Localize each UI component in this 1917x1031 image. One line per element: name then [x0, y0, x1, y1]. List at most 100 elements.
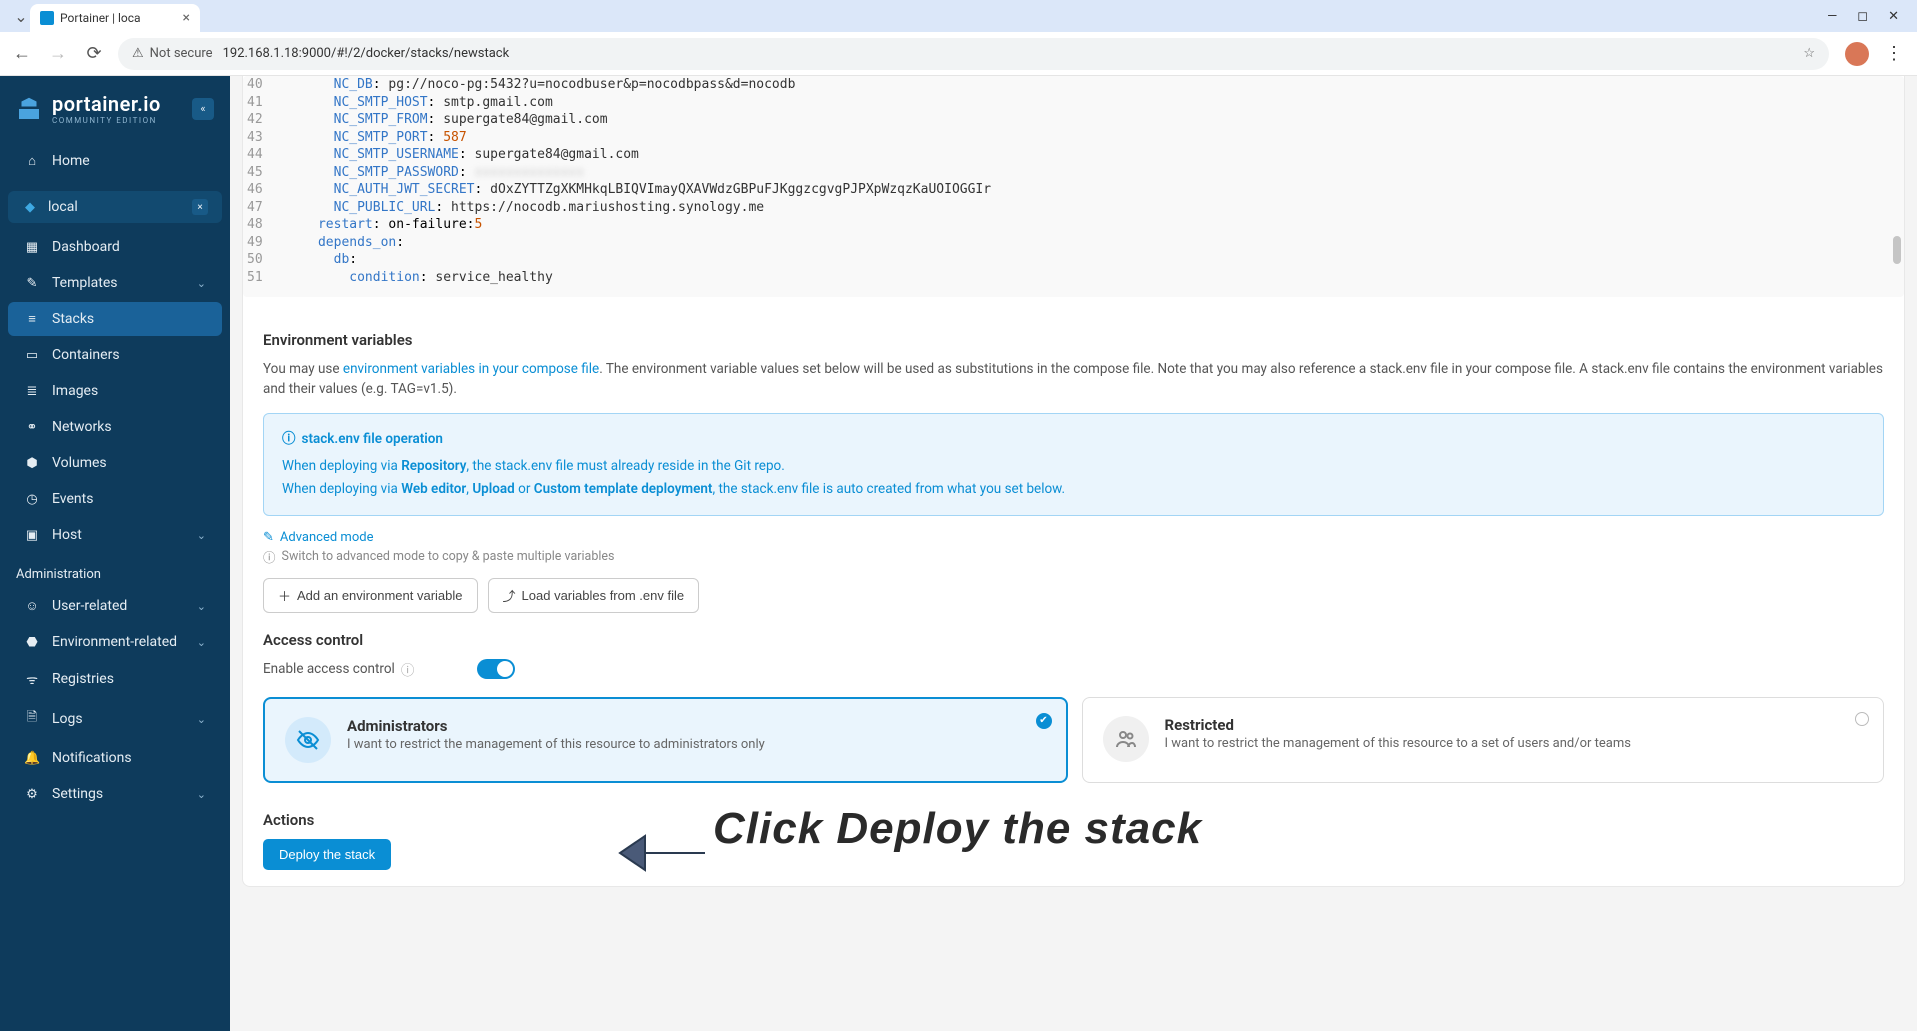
nav-host[interactable]: ▣Host⌄ [8, 518, 222, 552]
nav-images[interactable]: ≣Images [8, 374, 222, 408]
access-toggle-label: Enable access control [263, 661, 395, 677]
sidebar: portainer.io Community Edition « ⌂ Home … [0, 76, 230, 1031]
nav-events[interactable]: ◷Events [8, 482, 222, 516]
radio-unchecked-icon [1855, 712, 1869, 726]
tab-favicon [40, 11, 54, 25]
tab-dropdown[interactable]: ⌄ [12, 7, 30, 25]
actions-title: Actions [263, 811, 1884, 829]
registries-icon: ᯤ [24, 670, 40, 688]
dashboard-icon: ▦ [24, 240, 40, 255]
stack-env-info-box: ⓘstack.env file operation When deploying… [263, 413, 1884, 516]
env-vars-doc-link[interactable]: environment variables in your compose fi… [343, 361, 599, 377]
nav-registries[interactable]: ᯤRegistries [8, 661, 222, 697]
nav-user-related[interactable]: ☺User-related⌄ [8, 589, 222, 623]
address-bar[interactable]: ⚠ Not secure 192.168.1.18:9000/#!/2/dock… [118, 38, 1829, 70]
admin-option-desc: I want to restrict the management of thi… [347, 737, 765, 752]
url-text: 192.168.1.18:9000/#!/2/docker/stacks/new… [223, 46, 510, 61]
access-option-administrators[interactable]: Administrators I want to restrict the ma… [263, 697, 1068, 783]
window-minimize-icon[interactable]: — [1827, 9, 1837, 24]
chevron-down-icon: ⌄ [197, 636, 206, 649]
admin-header: Administration [0, 553, 230, 588]
gear-icon: ⚙ [24, 787, 40, 802]
chevron-down-icon: ⌄ [197, 277, 206, 290]
environment-pill[interactable]: ◆ local × [8, 191, 222, 223]
nav-containers[interactable]: ▭Containers [8, 338, 222, 372]
load-env-file-button[interactable]: ⤴Load variables from .env file [488, 578, 700, 613]
nav-dashboard[interactable]: ▦Dashboard [8, 230, 222, 264]
plus-icon: ＋ [278, 586, 291, 605]
help-icon[interactable]: ⓘ [401, 659, 415, 679]
chevron-down-icon: ⌄ [197, 713, 206, 726]
access-option-restricted[interactable]: Restricted I want to restrict the manage… [1082, 697, 1885, 783]
upload-icon: ⤴ [503, 586, 516, 605]
info-icon: ⓘ [282, 428, 296, 451]
restricted-option-desc: I want to restrict the management of thi… [1165, 736, 1631, 751]
nav-volumes[interactable]: ⬢Volumes [8, 446, 222, 480]
templates-icon: ✎ [24, 276, 40, 291]
nav-networks[interactable]: ⚭Networks [8, 410, 222, 444]
env-help-text: You may use environment variables in you… [263, 359, 1884, 400]
nav-home[interactable]: ⌂ Home [8, 144, 222, 178]
brand-edition: Community Edition [52, 116, 161, 125]
env-vars-title: Environment variables [263, 331, 1884, 349]
advanced-hint: ⓘSwitch to advanced mode to copy & paste… [263, 547, 1884, 566]
code-body[interactable]: NC_DB: pg://noco-pg:5432?u=nocodbuser&p=… [277, 76, 1904, 297]
nav-notifications[interactable]: 🔔Notifications [8, 741, 222, 775]
access-control-toggle[interactable] [477, 659, 515, 679]
browser-tab[interactable]: Portainer | loca × [30, 4, 200, 32]
tab-close-icon[interactable]: × [183, 10, 190, 26]
env-icon: ⬣ [24, 635, 40, 650]
users-icon: ☺ [24, 598, 40, 614]
nav-stacks[interactable]: ≡Stacks [8, 302, 222, 336]
networks-icon: ⚭ [24, 420, 40, 435]
chrome-menu-icon[interactable]: ⋮ [1881, 43, 1907, 64]
home-icon: ⌂ [24, 153, 40, 169]
volumes-icon: ⬢ [24, 456, 40, 471]
portainer-logo-icon [14, 94, 44, 124]
access-control-title: Access control [263, 631, 1884, 649]
security-indicator[interactable]: ⚠ Not secure [132, 46, 213, 61]
nav-logs[interactable]: 🗎Logs⌄ [8, 699, 222, 739]
check-icon: ✔ [1036, 713, 1052, 729]
logo: portainer.io Community Edition « [0, 84, 230, 143]
nav-templates[interactable]: ✎Templates⌄ [8, 266, 222, 300]
compose-editor[interactable]: 404142434445464748495051 NC_DB: pg://noc… [243, 76, 1904, 297]
info-icon: ⓘ [263, 547, 276, 566]
sidebar-collapse-button[interactable]: « [192, 98, 214, 120]
back-button[interactable]: ← [10, 42, 34, 66]
reload-button[interactable]: ⟳ [82, 42, 106, 66]
tab-title: Portainer | loca [60, 11, 141, 25]
chevron-down-icon: ⌄ [197, 600, 206, 613]
brand-name: portainer.io [52, 92, 161, 116]
window-maximize-icon[interactable]: ◻ [1857, 9, 1868, 24]
line-gutter: 404142434445464748495051 [243, 76, 277, 297]
warning-icon: ⚠ [132, 46, 144, 61]
admin-option-title: Administrators [347, 717, 765, 735]
env-close-icon[interactable]: × [192, 199, 208, 215]
nav-settings[interactable]: ⚙Settings⌄ [8, 777, 222, 811]
users-group-icon [1103, 716, 1149, 762]
main-content: 404142434445464748495051 NC_DB: pg://noc… [230, 76, 1917, 1031]
window-controls: — ◻ ✕ [1827, 9, 1909, 24]
chevron-down-icon: ⌄ [197, 788, 206, 801]
deploy-stack-button[interactable]: Deploy the stack [263, 839, 391, 870]
forward-button[interactable]: → [46, 42, 70, 66]
profile-avatar[interactable] [1845, 42, 1869, 66]
stacks-icon: ≡ [24, 311, 40, 327]
host-icon: ▣ [24, 528, 40, 543]
bookmark-icon[interactable]: ☆ [1803, 46, 1815, 61]
bell-icon: 🔔 [24, 751, 40, 766]
restricted-option-title: Restricted [1165, 716, 1631, 734]
chevron-down-icon: ⌄ [197, 529, 206, 542]
docker-icon: ◆ [22, 200, 38, 215]
add-env-var-button[interactable]: ＋Add an environment variable [263, 578, 478, 613]
nav-env-related[interactable]: ⬣Environment-related⌄ [8, 625, 222, 659]
eye-off-icon [285, 717, 331, 763]
containers-icon: ▭ [24, 348, 40, 363]
browser-tab-strip: ⌄ Portainer | loca × — ◻ ✕ [0, 0, 1917, 32]
window-close-icon[interactable]: ✕ [1888, 9, 1899, 24]
events-icon: ◷ [24, 492, 40, 507]
images-icon: ≣ [24, 384, 40, 399]
editor-scrollbar[interactable] [1893, 236, 1901, 264]
advanced-mode-link[interactable]: ✎Advanced mode [263, 530, 1884, 545]
